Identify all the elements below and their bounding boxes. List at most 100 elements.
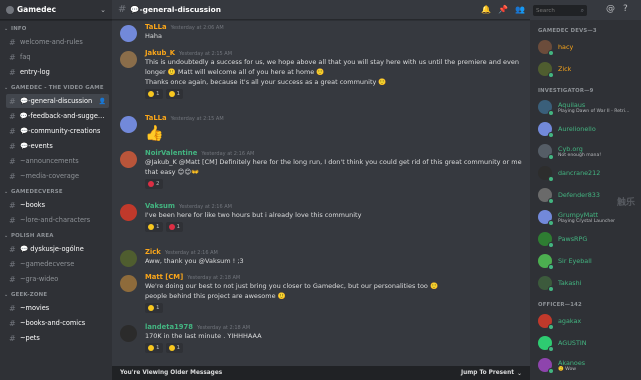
channel-item[interactable]: # 💬-feedback-and-sugges... <box>6 109 109 123</box>
hash-icon: # <box>9 37 16 47</box>
username[interactable]: NoirValentine <box>145 149 197 157</box>
pin-icon[interactable]: 📌 <box>498 5 508 14</box>
member-item[interactable]: Aurelionello <box>530 118 641 140</box>
status-indicator <box>548 324 554 330</box>
older-messages-bar[interactable]: You're Viewing Older Messages Jump To Pr… <box>112 366 530 380</box>
channel-item[interactable]: # welcome-and-rules <box>6 35 109 49</box>
search-box[interactable]: ⌕ <box>533 5 587 16</box>
channel-item[interactable]: # ~movies <box>6 301 109 315</box>
member-item[interactable]: Aquilaus Playing Dawn of War II - Retri..… <box>530 96 641 118</box>
user-avatar[interactable] <box>120 275 137 292</box>
username[interactable]: Vaksum <box>145 202 175 210</box>
member-item[interactable]: PawsRPG <box>530 228 641 250</box>
message-header: Zick Yesterday at 2:16 AM <box>145 248 522 256</box>
category-label: GAMEDECVERSE <box>11 189 63 195</box>
channel-item[interactable]: # 💬 dyskusje-ogólne <box>6 242 109 256</box>
message-header: Matt [CM] Yesterday at 2:18 AM <box>145 273 522 281</box>
message-content: NoirValentine Yesterday at 2:16 AM @Jakub_… <box>145 149 522 189</box>
username[interactable]: TaLLa <box>145 114 167 122</box>
reaction-button[interactable]: 1 <box>145 222 163 232</box>
member-name: Aquilaus <box>558 100 586 109</box>
channel-item[interactable]: # faq <box>6 50 109 64</box>
bell-icon[interactable]: 🔔 <box>481 5 491 14</box>
member-item[interactable]: agakax <box>530 310 641 332</box>
hash-icon: # <box>9 303 16 313</box>
reaction-button[interactable]: 1 <box>165 222 183 232</box>
channel-item[interactable]: # ~books <box>6 198 109 212</box>
member-item[interactable]: Akanoes 🙂 Wow <box>530 354 641 376</box>
mention-icon[interactable]: @ <box>606 4 615 14</box>
channel-item[interactable]: # ~announcements <box>6 154 109 168</box>
member-avatar <box>538 62 554 78</box>
username[interactable]: TaLLa <box>145 23 167 31</box>
channel-item[interactable]: # 💬-general-discussion 👤 <box>6 94 109 108</box>
help-icon[interactable]: ? <box>623 4 628 14</box>
status-indicator <box>548 264 554 270</box>
search-input[interactable] <box>536 7 576 14</box>
member-info: hacy <box>558 43 573 51</box>
channel-item[interactable]: # 💬-events <box>6 139 109 153</box>
member-avatar <box>538 358 554 374</box>
channel-item[interactable]: # ~media-coverage <box>6 169 109 183</box>
emoji-icon <box>168 91 175 97</box>
hash-icon: # <box>9 274 16 284</box>
channel-item[interactable]: # entry-log <box>6 65 109 79</box>
add-user-icon[interactable]: 👤 <box>99 98 106 105</box>
emoji-icon <box>148 224 154 230</box>
username[interactable]: Zick <box>145 248 161 256</box>
member-item[interactable]: Sir Eyeball <box>530 250 641 272</box>
channel-category[interactable]: ⌄ GAMEDEC - THE VIDEO GAME <box>0 83 112 93</box>
member-item[interactable]: GrumpyMatt Playing Crystal Launcher <box>530 206 641 228</box>
user-avatar[interactable] <box>120 51 137 68</box>
members-icon[interactable]: 👥 <box>515 5 525 14</box>
channel-category[interactable]: ⌄ INFO <box>0 24 112 34</box>
user-avatar[interactable] <box>120 204 137 221</box>
guild-header[interactable]: Gamedec ⌄ <box>0 0 112 20</box>
reaction-count: 1 <box>156 91 160 97</box>
reaction-button[interactable]: 1 <box>145 343 163 353</box>
member-item[interactable]: AGUSTIN <box>530 332 641 354</box>
member-name: Aurelionello <box>558 125 596 133</box>
member-item[interactable]: Alexandros <box>530 376 641 380</box>
channel-category[interactable]: ⌄ POLISH AREA <box>0 231 112 241</box>
category-label: GEEK-ZONE <box>11 292 48 298</box>
channel-category[interactable]: ⌄ GAMEDECVERSE <box>0 187 112 197</box>
member-name: hacy <box>558 43 574 51</box>
member-item[interactable]: dancrane212 <box>530 162 641 184</box>
chevron-down-icon[interactable]: ⌄ <box>517 370 522 377</box>
status-indicator <box>548 368 554 374</box>
channel-name: ~books-and-comics <box>20 319 86 327</box>
channel-title: 💬-general-discussion <box>130 5 222 14</box>
user-avatar[interactable] <box>120 25 137 42</box>
chevron-down-icon[interactable]: ⌄ <box>100 6 106 14</box>
channel-item[interactable]: # ~lore-and-characters <box>6 213 109 227</box>
reaction-button[interactable]: 1 <box>145 303 163 313</box>
reaction-button[interactable]: 1 <box>145 89 163 99</box>
user-avatar[interactable] <box>120 250 137 267</box>
category-label: INFO <box>11 26 27 32</box>
username[interactable]: Matt [CM] <box>145 273 183 281</box>
member-item[interactable]: Zick <box>530 58 641 80</box>
emoji-icon <box>148 305 154 311</box>
channel-item[interactable]: # ~books-and-comics <box>6 316 109 330</box>
user-avatar[interactable] <box>120 151 137 168</box>
channel-item[interactable]: # 💬-community-creations <box>6 124 109 138</box>
member-item[interactable]: hacy <box>530 36 641 58</box>
username[interactable]: landeta1978 <box>145 323 193 331</box>
member-avatar <box>538 100 554 116</box>
member-item[interactable]: Takashi <box>530 272 641 294</box>
channel-list: ⌄ INFO # welcome-and-rules # faq # entry-log ⌄ GA… <box>0 24 112 345</box>
jump-to-present-button[interactable]: Jump To Present <box>461 370 514 376</box>
member-name: GrumpyMatt <box>558 210 599 219</box>
username[interactable]: Jakub_K <box>145 49 175 57</box>
channel-category[interactable]: ⌄ GEEK-ZONE <box>0 290 112 300</box>
user-avatar[interactable] <box>120 325 137 342</box>
reaction-button[interactable]: 1 <box>165 89 183 99</box>
user-avatar[interactable] <box>120 116 137 133</box>
channel-item[interactable]: # ~pets <box>6 331 109 345</box>
reaction-button[interactable]: 2 <box>145 179 163 189</box>
channel-item[interactable]: # ~gamedecverse <box>6 257 109 271</box>
channel-item[interactable]: # ~gra-wideo <box>6 272 109 286</box>
reaction-button[interactable]: 1 <box>165 343 183 353</box>
member-item[interactable]: Cyb.org Not enough mana! <box>530 140 641 162</box>
